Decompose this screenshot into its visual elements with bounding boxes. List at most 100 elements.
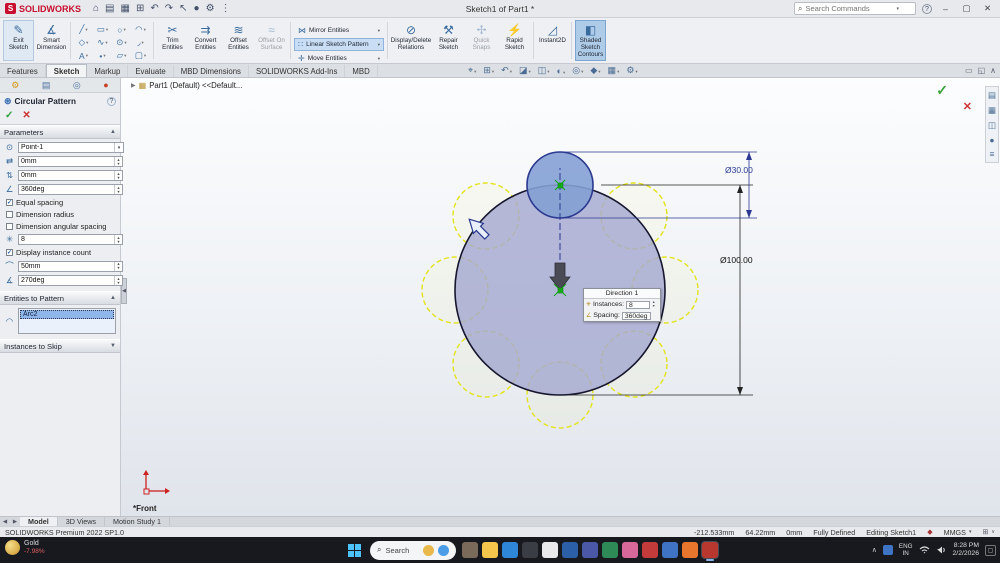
dimension-angular-spacing-checkbox[interactable]: Dimension angular spacing: [4, 222, 116, 231]
instant2d-button[interactable]: ◿ Instant2D: [537, 20, 568, 61]
rapid-sketch-button[interactable]: ⚡ Rapid Sketch: [499, 20, 530, 61]
spinner-icon[interactable]: [652, 301, 655, 308]
taskbar-app-store-icon[interactable]: [462, 542, 478, 558]
tab-scroll-left-icon[interactable]: ◀: [0, 519, 10, 525]
instance-count-input[interactable]: [19, 236, 114, 243]
taskbar-excel-icon[interactable]: [602, 542, 618, 558]
confirm-cancel-icon[interactable]: ✕: [963, 100, 972, 113]
center-y-input[interactable]: [19, 172, 114, 179]
close-button[interactable]: ✕: [980, 3, 995, 14]
display-delete-relations-button[interactable]: ⊘ Display/Delete Relations: [391, 20, 432, 61]
dimension-outer-text[interactable]: Ø100.00: [720, 255, 753, 265]
configuration-manager-tab-icon[interactable]: ◎: [73, 80, 81, 91]
spinner-icon[interactable]: [114, 157, 122, 166]
save-icon[interactable]: ▦: [121, 3, 130, 14]
view-orientation-icon[interactable]: ◫: [538, 65, 550, 76]
tab-motion-study[interactable]: Motion Study 1: [105, 517, 170, 526]
custom-properties-icon[interactable]: ≡: [988, 149, 996, 159]
maximize-button[interactable]: ▢: [959, 3, 974, 14]
scene-icon[interactable]: ▦: [608, 65, 620, 76]
taskbar-solidworks-icon[interactable]: [702, 542, 718, 561]
feature-tree-flyout[interactable]: ▶ ▦ Part1 (Default) <<Default...: [131, 81, 242, 90]
equal-spacing-checkbox[interactable]: Equal spacing: [4, 198, 116, 207]
collapse-ribbon-icon[interactable]: ∧: [990, 66, 996, 75]
arc-angle-field[interactable]: [18, 275, 123, 286]
pattern-angle-input[interactable]: [19, 186, 114, 193]
taskbar-firefox-icon[interactable]: [682, 542, 698, 558]
previous-view-icon[interactable]: ↶: [501, 65, 512, 76]
taskbar-word-icon[interactable]: [562, 542, 578, 558]
circle-icon[interactable]: ○: [112, 23, 131, 36]
polygon-icon[interactable]: ◇: [74, 36, 93, 49]
status-grid-icon[interactable]: ⊞: [982, 528, 988, 536]
spinner-icon[interactable]: [114, 235, 122, 244]
confirm-accept-icon[interactable]: ✓: [936, 82, 948, 99]
home-icon[interactable]: ⌂: [93, 3, 99, 14]
appearances-pane-icon[interactable]: ●: [988, 135, 996, 145]
help-button[interactable]: ?: [922, 3, 932, 14]
expand-panel-icon[interactable]: ◱: [978, 66, 986, 75]
entities-item-arc2[interactable]: Arc2: [20, 310, 114, 319]
linear-sketch-pattern-button[interactable]: ∷ Linear Sketch Pattern: [294, 38, 384, 51]
tab-3d-views[interactable]: 3D Views: [58, 517, 105, 526]
hidden-icons-chevron-icon[interactable]: ∧: [872, 546, 877, 554]
open-icon[interactable]: ▤: [105, 3, 114, 14]
sphere-icon[interactable]: ●: [194, 3, 200, 14]
tab-markup[interactable]: Markup: [87, 65, 129, 77]
display-instance-count-checkbox[interactable]: Display instance count: [4, 248, 116, 257]
taskbar-app-blue-icon[interactable]: [662, 542, 678, 558]
pattern-radius-field[interactable]: [18, 260, 123, 272]
display-manager-tab-icon[interactable]: ▤: [42, 80, 51, 91]
arc-icon[interactable]: ◠: [131, 23, 150, 36]
trim-entities-button[interactable]: ✂ Trim Entities: [157, 20, 188, 61]
zoom-fit-icon[interactable]: ⌖: [468, 65, 476, 76]
wifi-icon[interactable]: [919, 545, 930, 555]
entities-to-pattern-section-header[interactable]: Entities to Pattern ▲: [0, 291, 120, 305]
ellipse-icon[interactable]: ⊙: [112, 36, 131, 49]
tab-sketch[interactable]: Sketch: [45, 64, 88, 77]
callout-instances-value[interactable]: 8: [626, 300, 651, 309]
sketch-canvas[interactable]: Ø100.00 Ø30.00: [121, 78, 1000, 516]
instance-count-field[interactable]: [18, 234, 123, 245]
feature-tree-flyout-label[interactable]: Part1 (Default) <<Default...: [149, 81, 242, 90]
entities-to-pattern-listbox[interactable]: Arc2: [18, 308, 116, 334]
section-view-icon[interactable]: ◪: [519, 65, 531, 76]
offset-entities-button[interactable]: ≋ Offset Entities: [223, 20, 254, 61]
units-dropdown-icon[interactable]: ▾: [969, 529, 972, 535]
zoom-area-icon[interactable]: ⊞: [483, 65, 494, 76]
property-manager-tab-icon[interactable]: ⚙: [11, 80, 19, 91]
spinner-icon[interactable]: [114, 171, 122, 180]
panel-help-icon[interactable]: ?: [107, 97, 116, 106]
spinner-icon[interactable]: [114, 185, 122, 194]
taskbar-teams-icon[interactable]: [582, 542, 598, 558]
taskbar-terminal-icon[interactable]: [522, 542, 538, 558]
minimize-button[interactable]: –: [938, 4, 953, 14]
undock-panel-icon[interactable]: ▭: [965, 66, 973, 75]
fillet-icon[interactable]: ◞: [131, 36, 150, 49]
weather-widget[interactable]: Gold -7.98%: [5, 540, 45, 555]
mirror-entities-button[interactable]: ⋈ Mirror Entities: [294, 24, 384, 37]
spinner-icon[interactable]: [114, 261, 122, 271]
search-input[interactable]: [805, 4, 894, 13]
undo-icon[interactable]: ↶: [150, 3, 158, 14]
dimension-radius-checkbox[interactable]: Dimension radius: [4, 210, 116, 219]
taskbar-notepad-icon[interactable]: [542, 542, 558, 558]
display-style-icon[interactable]: ◐: [557, 66, 566, 76]
shaded-sketch-contours-button[interactable]: ◧ Shaded Sketch Contours: [575, 20, 606, 61]
tab-scroll-right-icon[interactable]: ▶: [10, 519, 20, 525]
notification-icon[interactable]: ▢: [985, 544, 996, 556]
language-indicator[interactable]: ENG IN: [899, 543, 913, 557]
dimension-instance-text[interactable]: Ø30.00: [725, 165, 753, 175]
gear-icon[interactable]: ⚙: [206, 3, 215, 14]
text-icon[interactable]: A: [74, 49, 93, 62]
design-library-icon[interactable]: ▤: [988, 90, 996, 101]
repair-sketch-button[interactable]: ⚒ Repair Sketch: [433, 20, 464, 61]
spline-icon[interactable]: ∿: [93, 36, 112, 49]
options-icon[interactable]: ⋮: [221, 3, 231, 14]
convert-entities-button[interactable]: ⇉ Convert Entities: [190, 20, 221, 61]
tab-mbd-dimensions[interactable]: MBD Dimensions: [174, 65, 249, 77]
pattern-point-dropdown-icon[interactable]: ▾: [114, 143, 123, 152]
units-selector[interactable]: MMGS: [944, 528, 966, 537]
center-x-input[interactable]: [19, 158, 114, 165]
parameters-section-header[interactable]: Parameters ▲: [0, 125, 120, 139]
